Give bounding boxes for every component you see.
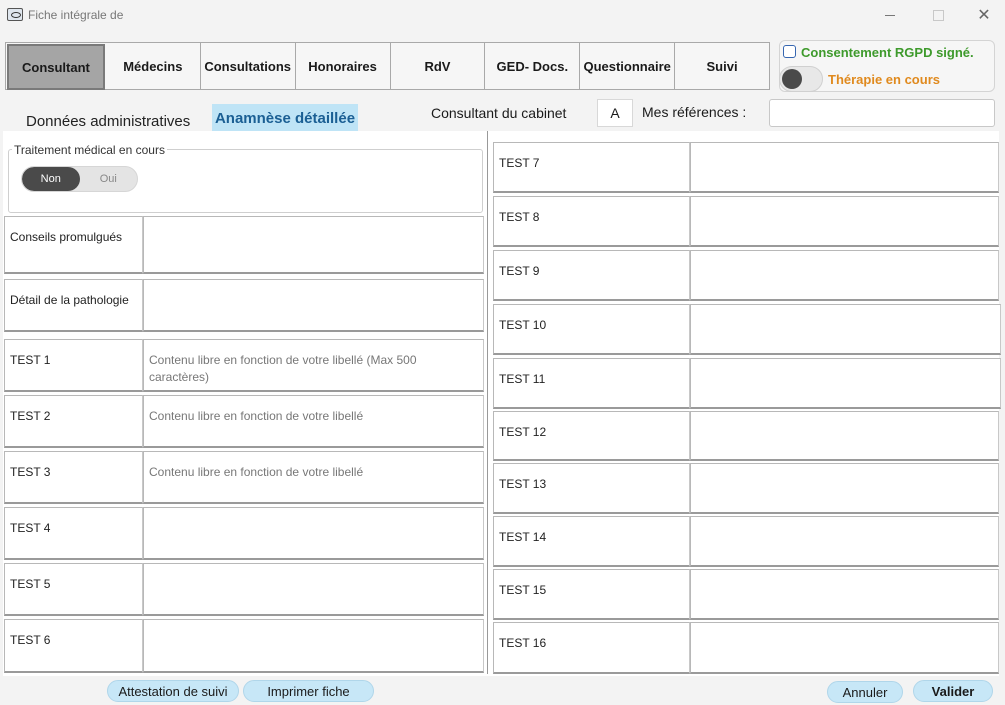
field-test-11[interactable] <box>690 358 1001 409</box>
tab-questionnaire[interactable]: Questionnaire <box>580 43 676 89</box>
valider-button[interactable]: Valider <box>913 680 993 702</box>
imprimer-button[interactable]: Imprimer fiche <box>243 680 374 702</box>
tab-donnees-administratives[interactable]: Données administratives <box>26 113 190 130</box>
therapie-label: Thérapie en cours <box>828 72 940 87</box>
app-icon <box>7 8 23 21</box>
row-label-conseils: Conseils promulgués <box>4 216 143 274</box>
traitement-option-non[interactable]: Non <box>22 167 80 191</box>
row-label-test-10: TEST 10 <box>493 304 690 355</box>
toggle-knob <box>782 69 802 89</box>
maximize-icon[interactable] <box>918 4 958 26</box>
field-test-13[interactable] <box>690 463 999 514</box>
row-label-test-1: TEST 1 <box>4 339 143 392</box>
field-test-8[interactable] <box>690 196 999 247</box>
field-test-5[interactable] <box>143 563 484 616</box>
close-icon[interactable]: ✕ <box>964 4 1004 26</box>
field-test-1[interactable]: Contenu libre en fonction de votre libel… <box>143 339 484 392</box>
row-label-test-5: TEST 5 <box>4 563 143 616</box>
rgpd-label: Consentement RGPD signé. <box>801 45 974 60</box>
traitement-option-oui[interactable]: Oui <box>80 167 138 191</box>
field-pathologie[interactable] <box>143 279 484 332</box>
window-title: Fiche intégrale de <box>28 8 124 22</box>
tab-honoraires[interactable]: Honoraires <box>295 43 391 89</box>
tab-rdv[interactable]: RdV <box>390 43 486 89</box>
tab-consultant[interactable]: Consultant <box>7 44 105 90</box>
field-test-9[interactable] <box>690 250 999 301</box>
row-label-test-6: TEST 6 <box>4 619 143 673</box>
row-label-test-3: TEST 3 <box>4 451 143 504</box>
rgpd-checkbox[interactable] <box>783 45 796 58</box>
column-divider <box>487 131 488 674</box>
row-label-test-4: TEST 4 <box>4 507 143 560</box>
field-test-14[interactable] <box>690 516 999 567</box>
minimize-icon[interactable] <box>870 4 910 26</box>
traitement-switch[interactable]: Non Oui <box>21 166 138 192</box>
field-test-10[interactable] <box>690 304 1001 355</box>
row-label-test-9: TEST 9 <box>493 250 690 301</box>
row-label-test-11: TEST 11 <box>493 358 690 409</box>
field-test-4[interactable] <box>143 507 484 560</box>
field-test-2[interactable]: Contenu libre en fonction de votre libel… <box>143 395 484 448</box>
row-label-test-2: TEST 2 <box>4 395 143 448</box>
main-tab-bar: Consultant Médecins Consultations Honora… <box>5 42 770 90</box>
tab-anamnese-detaillee[interactable]: Anamnèse détaillée <box>212 104 358 132</box>
row-label-test-16: TEST 16 <box>493 622 690 674</box>
annuler-button[interactable]: Annuler <box>827 681 903 703</box>
field-conseils[interactable] <box>143 216 484 274</box>
row-label-test-8: TEST 8 <box>493 196 690 247</box>
tab-consultations[interactable]: Consultations <box>200 43 296 89</box>
title-bar <box>0 0 1005 30</box>
tab-suivi[interactable]: Suivi <box>675 43 769 89</box>
field-test-3[interactable]: Contenu libre en fonction de votre libel… <box>143 451 484 504</box>
field-test-16[interactable] <box>690 622 999 674</box>
field-test-12[interactable] <box>690 411 999 461</box>
row-label-test-12: TEST 12 <box>493 411 690 461</box>
traitement-title: Traitement médical en cours <box>12 143 167 157</box>
cabinet-label: Consultant du cabinet <box>431 105 567 121</box>
row-label-test-15: TEST 15 <box>493 569 690 620</box>
row-label-test-13: TEST 13 <box>493 463 690 514</box>
references-input[interactable] <box>769 99 995 127</box>
row-label-pathologie: Détail de la pathologie <box>4 279 143 332</box>
attestation-button[interactable]: Attestation de suivi <box>107 680 239 702</box>
field-test-7[interactable] <box>690 142 999 193</box>
tab-ged-docs[interactable]: GED- Docs. <box>485 43 581 89</box>
field-test-15[interactable] <box>690 569 999 620</box>
therapie-toggle[interactable] <box>779 66 823 92</box>
row-label-test-7: TEST 7 <box>493 142 690 193</box>
cabinet-field[interactable]: A <box>597 99 633 127</box>
row-label-test-14: TEST 14 <box>493 516 690 567</box>
references-label: Mes références : <box>642 104 747 120</box>
field-test-6[interactable] <box>143 619 484 673</box>
tab-medecins[interactable]: Médecins <box>105 43 201 89</box>
